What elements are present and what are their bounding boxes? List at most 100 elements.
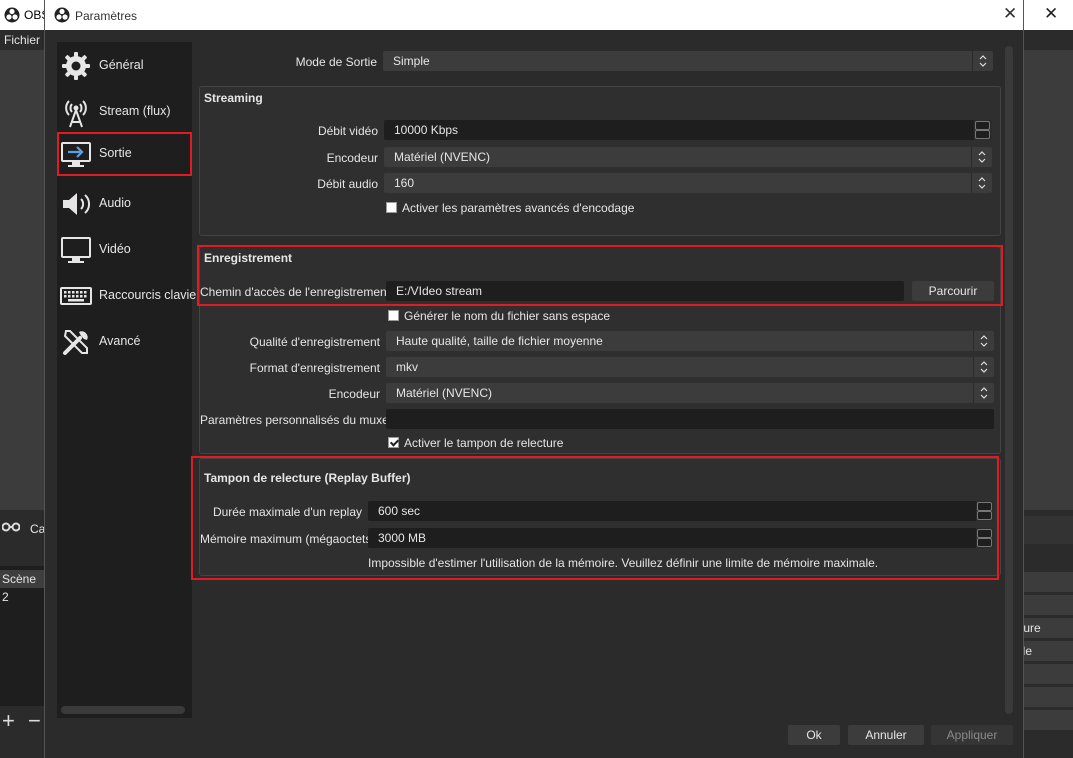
dialog-close-icon[interactable]: ✕ bbox=[1003, 4, 1017, 24]
dock-button[interactable] bbox=[1020, 572, 1073, 592]
recording-path-input[interactable]: E:/VIdeo stream bbox=[386, 281, 904, 301]
sidebar-scrollbar[interactable] bbox=[61, 706, 185, 714]
settings-dialog: Paramètres ✕ Général Stream (flux) Sorti… bbox=[44, 0, 1024, 758]
spin-up-icon[interactable] bbox=[977, 502, 992, 511]
video-bitrate-value: 10000 Kbps bbox=[394, 123, 459, 137]
recording-encoder-label: Encodeur bbox=[328, 387, 380, 401]
dock-button[interactable] bbox=[1020, 664, 1073, 684]
combo-arrows-icon bbox=[973, 357, 994, 377]
stream-encoder-select[interactable]: Matériel (NVENC) bbox=[384, 147, 992, 167]
replay-buffer-group: Tampon de relecture (Replay Buffer) Duré… bbox=[199, 458, 1001, 576]
recording-path-label: Chemin d'accès de l'enregistrement bbox=[200, 285, 391, 299]
sidebar-item-label: Raccourcis clavier bbox=[99, 288, 201, 302]
recording-path-value: E:/VIdeo stream bbox=[396, 284, 483, 298]
sidebar-item-label: Audio bbox=[99, 196, 131, 210]
sidebar-item-audio[interactable]: Audio bbox=[57, 182, 192, 226]
obs-logo-icon bbox=[54, 7, 70, 23]
recording-group-title: Enregistrement bbox=[204, 251, 293, 265]
output-mode-label: Mode de Sortie bbox=[295, 55, 377, 69]
combo-arrows-icon bbox=[971, 173, 992, 193]
menu-fichier[interactable]: Fichier bbox=[4, 33, 40, 47]
memory-warning-text: Impossible d'estimer l'utilisation de la… bbox=[368, 556, 879, 570]
spin-down-icon[interactable] bbox=[975, 130, 990, 139]
keyboard-icon bbox=[60, 287, 92, 305]
dock-button[interactable]: lle bbox=[1020, 641, 1073, 661]
recording-format-value: mkv bbox=[396, 360, 418, 374]
recording-quality-label: Qualité d'enregistrement bbox=[249, 335, 380, 349]
filename-no-space-label: Générer le nom du fichier sans espace bbox=[404, 309, 611, 323]
replay-buffer-label: Activer le tampon de relecture bbox=[404, 436, 564, 450]
dock-button[interactable] bbox=[1020, 687, 1073, 707]
filename-no-space-checkbox[interactable] bbox=[388, 310, 399, 321]
max-memory-input[interactable]: 3000 MB bbox=[368, 528, 994, 548]
sidebar-item-label: Stream (flux) bbox=[99, 104, 171, 118]
audio-bitrate-label: Débit audio bbox=[317, 177, 378, 191]
remove-scene-icon[interactable]: − bbox=[28, 708, 41, 734]
muxer-settings-input[interactable] bbox=[386, 409, 994, 429]
recording-encoder-select[interactable]: Matériel (NVENC) bbox=[386, 383, 994, 403]
audio-bitrate-value: 160 bbox=[394, 176, 415, 190]
sidebar-item-label: Avancé bbox=[99, 334, 141, 348]
add-scene-icon[interactable]: + bbox=[2, 708, 15, 734]
sidebar-item-label: Sortie bbox=[99, 146, 132, 160]
apply-button[interactable]: Appliquer bbox=[931, 725, 1013, 745]
combo-arrows-icon bbox=[971, 147, 992, 167]
replay-buffer-group-title: Tampon de relecture (Replay Buffer) bbox=[204, 471, 411, 485]
spin-up-icon[interactable] bbox=[977, 529, 992, 538]
spin-up-icon[interactable] bbox=[975, 121, 990, 130]
scene-list: Scène 2 bbox=[0, 566, 44, 706]
sidebar-item-video[interactable]: Vidéo bbox=[57, 228, 192, 272]
sidebar-item-general[interactable]: Général bbox=[57, 44, 192, 88]
sidebar-item-hotkeys[interactable]: Raccourcis clavier bbox=[57, 274, 200, 318]
video-bitrate-input[interactable]: 10000 Kbps bbox=[384, 120, 992, 140]
stream-encoder-label: Encodeur bbox=[326, 151, 378, 165]
advanced-encoding-checkbox[interactable] bbox=[386, 202, 397, 213]
recording-format-select[interactable]: mkv bbox=[386, 357, 994, 377]
recording-group: Enregistrement Chemin d'accès de l'enreg… bbox=[199, 246, 1001, 454]
content-scrollbar[interactable] bbox=[1005, 46, 1013, 714]
browse-button[interactable]: Parcourir bbox=[912, 281, 994, 301]
streaming-group: Streaming Débit vidéo 10000 Kbps Encodeu… bbox=[199, 86, 1001, 236]
max-duration-input[interactable]: 600 sec bbox=[368, 501, 994, 521]
sidebar-item-stream[interactable]: Stream (flux) bbox=[57, 90, 192, 134]
obs-logo-icon bbox=[4, 7, 20, 23]
speaker-icon bbox=[63, 193, 91, 215]
spin-down-icon[interactable] bbox=[977, 538, 992, 547]
dock-button[interactable]: t bbox=[1020, 595, 1073, 615]
combo-arrows-icon bbox=[973, 331, 994, 351]
obs-main-close-icon[interactable]: ✕ bbox=[1044, 4, 1058, 24]
streaming-group-title: Streaming bbox=[204, 91, 263, 105]
muxer-settings-label: Paramètres personnalisés du muxer bbox=[200, 413, 393, 427]
cancel-button[interactable]: Annuler bbox=[848, 725, 924, 745]
sidebar-item-advanced[interactable]: Avancé bbox=[57, 320, 192, 364]
recording-quality-select[interactable]: Haute qualité, taille de fichier moyenne bbox=[386, 331, 994, 351]
tools-icon bbox=[63, 330, 88, 355]
max-memory-label: Mémoire maximum (mégaoctets) bbox=[200, 532, 376, 546]
ok-button[interactable]: Ok bbox=[788, 725, 840, 745]
audio-bitrate-select[interactable]: 160 bbox=[384, 173, 992, 193]
sidebar-item-label: Vidéo bbox=[99, 242, 131, 256]
max-duration-value: 600 sec bbox=[378, 504, 421, 518]
dock-button[interactable]: ture bbox=[1020, 618, 1073, 638]
dock-button[interactable] bbox=[1020, 710, 1073, 730]
output-settings-panel: Mode de Sortie Simple Streaming Débit vi… bbox=[191, 42, 1005, 718]
sidebar-item-sortie[interactable]: Sortie bbox=[57, 132, 192, 176]
monitor-icon bbox=[61, 237, 91, 263]
scene-controls: + − bbox=[0, 708, 44, 734]
output-mode-select[interactable]: Simple bbox=[383, 51, 993, 71]
scene-item[interactable]: Scène 2 bbox=[0, 570, 44, 604]
gear-icon bbox=[62, 52, 90, 80]
max-duration-label: Durée maximale d'un replay bbox=[212, 505, 362, 519]
combo-arrows-icon bbox=[972, 51, 993, 71]
replay-buffer-checkbox[interactable] bbox=[388, 437, 399, 448]
output-mode-value: Simple bbox=[393, 54, 430, 68]
settings-sidebar: Général Stream (flux) Sortie Audio Vidéo… bbox=[57, 42, 200, 718]
antenna-icon bbox=[65, 100, 87, 128]
spin-down-icon[interactable] bbox=[977, 511, 992, 520]
glasses-icon bbox=[2, 522, 20, 532]
output-monitor-icon bbox=[61, 142, 91, 167]
recording-quality-value: Haute qualité, taille de fichier moyenne bbox=[396, 334, 603, 348]
advanced-encoding-label: Activer les paramètres avancés d'encodag… bbox=[402, 201, 635, 215]
video-bitrate-label: Débit vidéo bbox=[317, 124, 378, 138]
scenes-dock-header: Cap bbox=[0, 516, 52, 542]
